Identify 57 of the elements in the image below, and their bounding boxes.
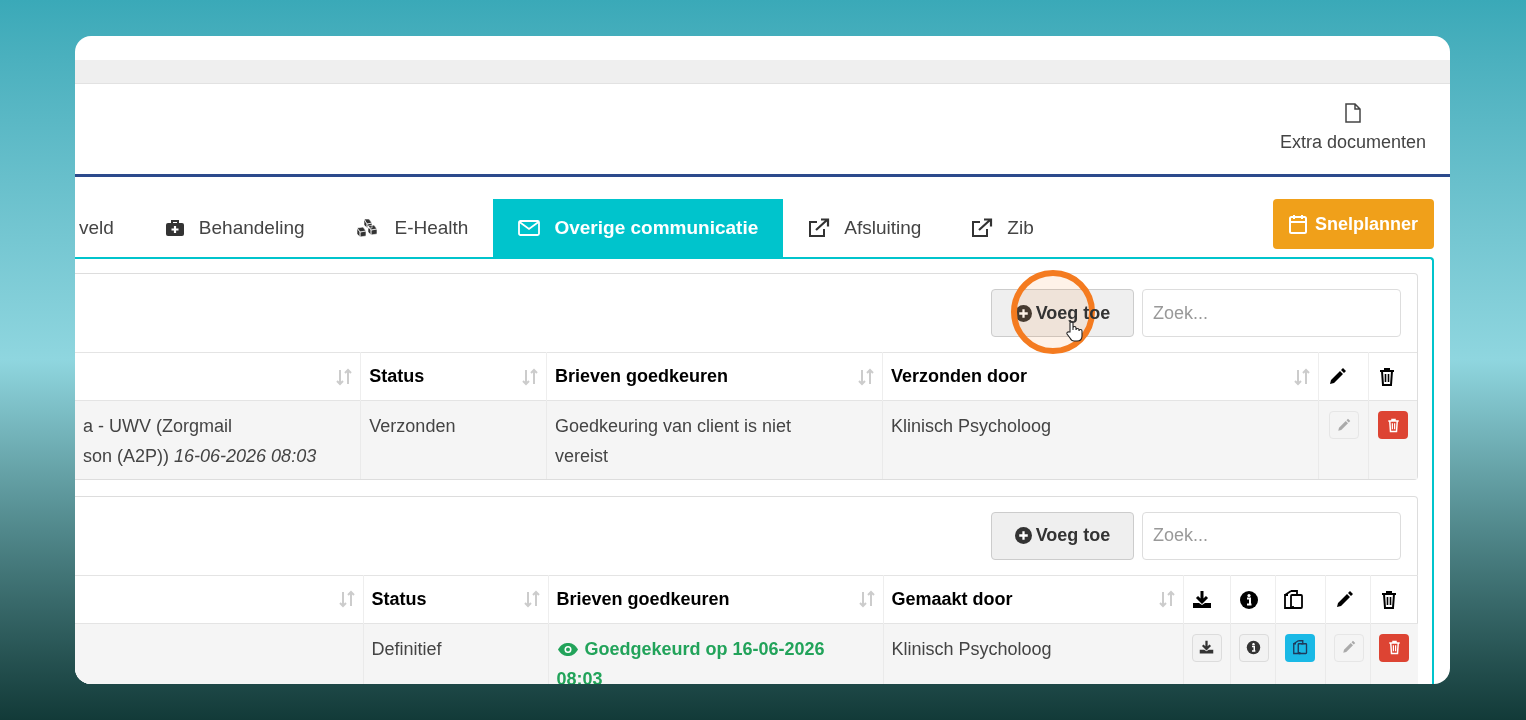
download-button[interactable] [1191,633,1222,662]
download-icon [1199,640,1214,655]
copy-icon [1283,589,1304,610]
medkit-icon [164,219,185,237]
tab[interactable]: Zib [946,199,1059,257]
copy-button[interactable] [1285,633,1315,662]
approval-status: Goedgekeurd op 16-06-2026 08:03 [556,637,826,684]
column-header: Brieven goedkeuren [554,365,728,388]
tab[interactable]: Behandeling [139,199,330,257]
envelope-icon [518,220,541,236]
table-cell-text: Klinisch Psycholoog [891,637,1053,661]
sort-icon[interactable] [857,367,874,386]
sort-icon[interactable] [1294,367,1311,386]
plus-circle-icon [1014,527,1032,544]
info-icon [1238,589,1259,610]
pencil-icon [1336,417,1352,433]
search-field[interactable]: Zoek... [1142,511,1401,560]
document-icon [1344,102,1361,123]
column-header: Status [369,365,425,388]
add-button[interactable]: Voeg toe [991,511,1134,560]
table-cell-text: Goedkeuring van client is niet vereist [554,415,793,468]
column-header: Brieven goedkeuren [556,587,730,611]
pencil-button[interactable] [1328,411,1359,439]
eye-icon [556,641,579,657]
info-icon [1246,640,1261,655]
sort-icon[interactable] [336,367,353,386]
column-header: Verzonden door [890,365,1027,388]
extra-documents-link[interactable]: Extra documenten [1279,102,1426,156]
download-icon [1191,589,1212,610]
table-cell-text: Definitief [371,637,443,661]
trash-button[interactable] [1379,633,1410,662]
table-cell-text: Klinisch Psycholoog [890,415,1052,438]
external-link-icon [808,218,831,238]
copy-icon [1292,640,1308,655]
extra-documents-label: Extra documenten [1279,130,1426,154]
pencil-icon [1341,640,1356,655]
trash-icon [1385,417,1401,433]
pencil-button[interactable] [1333,633,1364,662]
external-link-icon [971,218,994,238]
sort-icon[interactable] [521,367,538,386]
tab[interactable]: Afsluiting [783,199,947,257]
search-field[interactable]: Zoek... [1142,289,1401,337]
calendar-icon [1288,214,1307,234]
table-cell-text: Verzonden [369,415,457,438]
trash-button[interactable] [1378,411,1409,439]
plus-circle-icon [1014,304,1032,322]
trash-icon [1386,640,1402,655]
sort-icon[interactable] [1158,590,1175,608]
tab[interactable]: E-Health [329,199,494,257]
info-button[interactable] [1238,633,1269,662]
tab[interactable]: veld [75,199,140,257]
table-cell-text: a - UWV (Zorgmail son (A2P)) 16-06-2026 08:03 [83,415,318,468]
sort-icon[interactable] [858,590,875,608]
column-header: Status [371,587,427,611]
sort-icon[interactable] [338,590,355,608]
sort-icon[interactable] [523,590,540,608]
column-header: Gemaakt door [891,587,1013,611]
